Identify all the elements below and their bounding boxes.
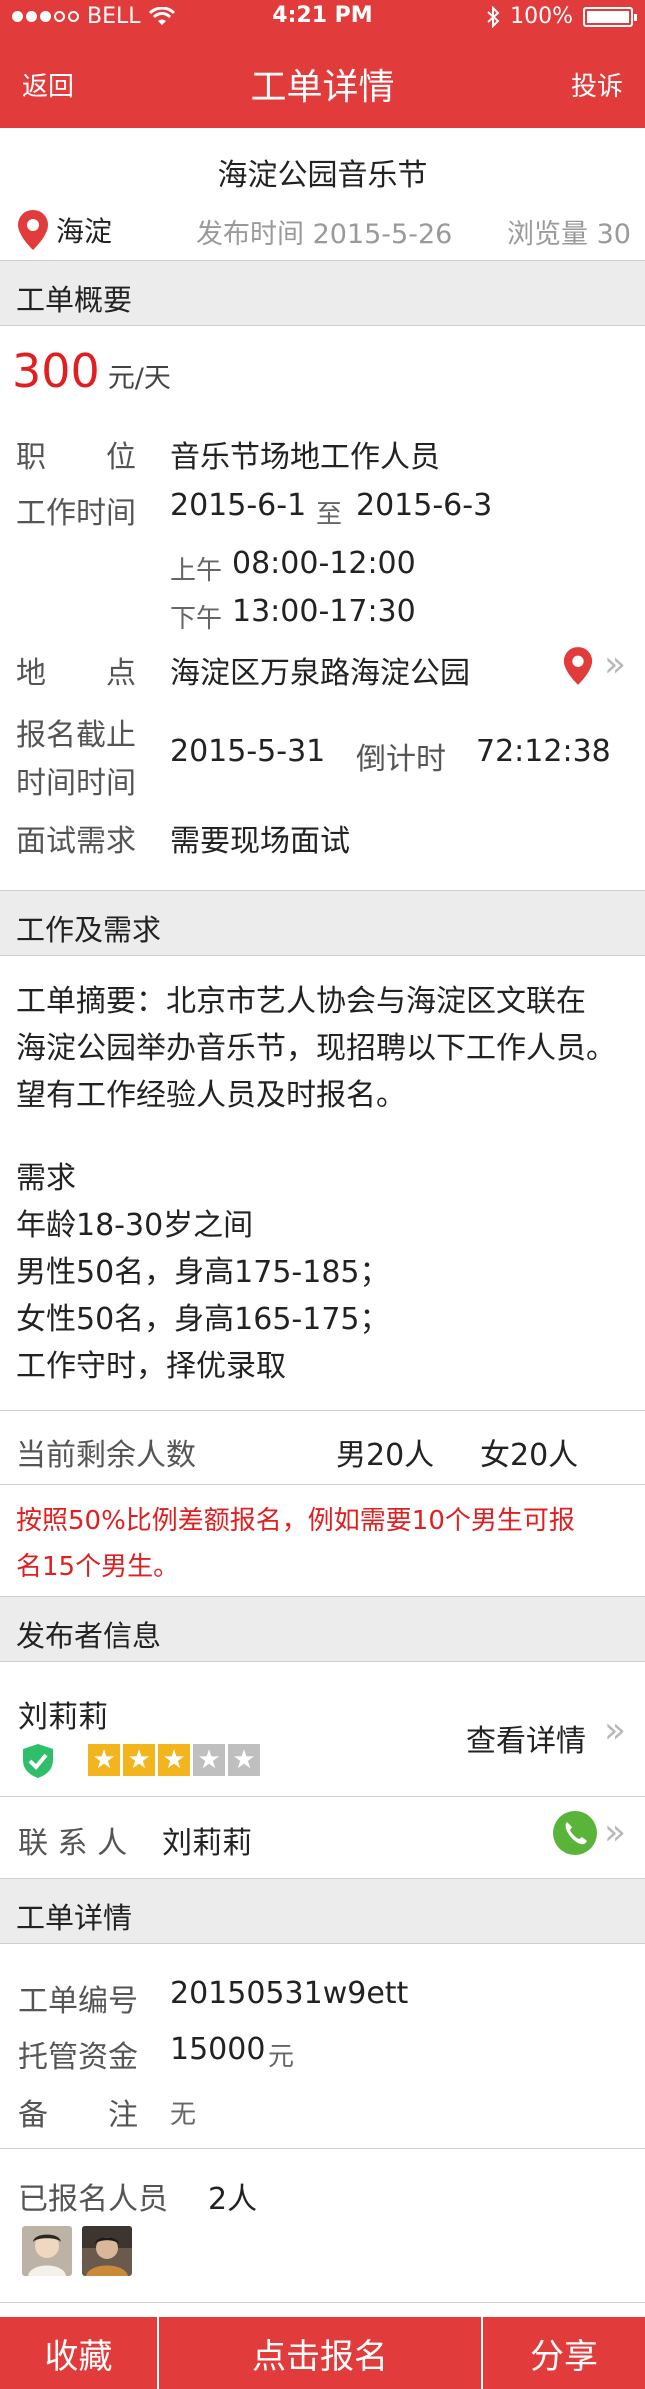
fund-unit: 元	[268, 2042, 295, 2072]
fund-label: 托管资金	[18, 2040, 138, 2075]
countdown-label: 倒计时	[356, 742, 446, 777]
summary-line: 望有工作经验人员及时报名。	[16, 1078, 406, 1113]
nav-bar: 返回 工单详情 投诉	[0, 36, 645, 128]
ratio-note: 按照50%比例差额报名，例如需要10个男生可报 名15个男生。	[16, 1498, 636, 1590]
rating-star-icon: ★	[88, 1744, 120, 1776]
phone-icon[interactable]	[552, 1810, 598, 1856]
address-label: 地 点	[16, 656, 136, 691]
details-section-title: 工单详情	[16, 1901, 133, 1935]
view-details-link[interactable]: 查看详情	[466, 1716, 586, 1760]
needs-line: 男性50名，身高175-185；	[16, 1255, 390, 1290]
address-chevron-icon[interactable]: »	[604, 644, 626, 685]
summary-line: 海淀公园举办音乐节，现招聘以下工作人员。	[16, 1031, 616, 1066]
remaining-label: 当前剩余人数	[16, 1438, 196, 1473]
applicant-avatar[interactable]	[22, 2226, 72, 2276]
deadline-label-line1: 报名截止	[16, 718, 136, 753]
position-value: 音乐节场地工作人员	[170, 440, 440, 475]
applicants-count: 2人	[208, 2182, 258, 2217]
date-end: 2015-6-3	[356, 488, 493, 523]
share-button[interactable]: 分享	[483, 2317, 645, 2389]
overview-section-title: 工单概要	[16, 283, 133, 317]
needs-title: 需求	[16, 1161, 76, 1196]
ratio-note-line: 按照50%比例差额报名，例如需要10个男生可报	[16, 1506, 575, 1536]
remark-label: 备 注	[18, 2098, 138, 2133]
location-tag: 海淀	[16, 208, 112, 252]
complain-button[interactable]: 投诉	[571, 66, 623, 103]
overview-section-header: 工单概要	[0, 260, 645, 326]
rating-star-icon: ★	[228, 1744, 260, 1776]
apply-button[interactable]: 点击报名	[159, 2317, 483, 2389]
summary-line: 工单摘要：北京市艺人协会与海淀区文联在	[16, 984, 586, 1019]
location-pin-icon	[18, 210, 48, 250]
order-number-value: 20150531w9ett	[170, 1976, 409, 2011]
requirements-section-header: 工作及需求	[0, 890, 645, 956]
pm-label: 下午	[170, 604, 223, 634]
favorite-button[interactable]: 收藏	[0, 2317, 159, 2389]
rating-star-icon: ★	[193, 1744, 225, 1776]
contact-label: 联 系 人	[18, 1826, 128, 1861]
deadline-value: 2015-5-31	[170, 734, 326, 769]
rating-star-icon: ★	[123, 1744, 155, 1776]
details-section-header: 工单详情	[0, 1878, 645, 1944]
publisher-section-title: 发布者信息	[16, 1619, 162, 1653]
remark-value: 无	[170, 2100, 197, 2130]
remaining-female: 女20人	[480, 1438, 579, 1473]
event-title: 海淀公园音乐节	[217, 158, 428, 193]
am-label: 上午	[170, 556, 223, 586]
fund-value: 15000	[170, 2032, 266, 2067]
am-time: 08:00-12:00	[232, 546, 416, 581]
work-time-label: 工作时间	[16, 496, 136, 531]
interview-value: 需要现场面试	[170, 824, 350, 859]
interview-label: 面试需求	[16, 824, 136, 859]
contact-chevron-icon[interactable]: »	[604, 1812, 626, 1853]
summary-text: 工单摘要：北京市艺人协会与海淀区文联在 海淀公园举办音乐节，现招聘以下工作人员。…	[16, 978, 631, 1119]
meta-row: 海淀 发布时间 2015-5-26 浏览量 30	[0, 208, 645, 250]
bottom-action-bar: 收藏 点击报名 分享	[0, 2317, 645, 2389]
needs-text: 需求 年龄18-30岁之间 男性50名，身高175-185； 女性50名，身高1…	[16, 1155, 631, 1390]
deadline-label-line2: 时间时间	[16, 766, 136, 801]
price: 300 元/天	[12, 344, 171, 398]
divider	[0, 1484, 645, 1485]
needs-line: 女性50名，身高165-175；	[16, 1302, 390, 1337]
date-start: 2015-6-1	[170, 488, 307, 523]
bluetooth-icon	[487, 5, 500, 28]
date-to: 至	[316, 500, 343, 530]
countdown-value: 72:12:38	[476, 734, 611, 769]
applicants-label: 已报名人员	[18, 2182, 168, 2217]
price-unit: 元/天	[107, 363, 171, 394]
status-bar: BELL 4:21 PM 100%	[0, 0, 645, 36]
address-value[interactable]: 海淀区万泉路海淀公园	[170, 648, 470, 692]
pm-time: 13:00-17:30	[232, 594, 416, 629]
publish-time: 发布时间 2015-5-26	[196, 219, 453, 250]
rating-star-icon: ★	[158, 1744, 190, 1776]
needs-line: 年龄18-30岁之间	[16, 1208, 254, 1243]
battery-percent: 100%	[510, 4, 573, 29]
details-chevron-icon[interactable]: »	[604, 1710, 626, 1751]
divider	[0, 2148, 645, 2149]
position-label: 职 位	[16, 440, 136, 475]
divider	[0, 2302, 645, 2303]
applicant-avatar[interactable]	[82, 2226, 132, 2276]
needs-line: 工作守时，择优录取	[16, 1349, 286, 1384]
requirements-section-title: 工作及需求	[16, 913, 162, 947]
remaining-male: 男20人	[336, 1438, 435, 1473]
ratio-note-line: 名15个男生。	[16, 1552, 180, 1582]
verified-shield-icon	[23, 1744, 53, 1778]
publisher-name: 刘莉莉	[18, 1700, 108, 1735]
publisher-section-header: 发布者信息	[0, 1596, 645, 1662]
order-number-label: 工单编号	[18, 1984, 138, 2019]
battery-icon	[583, 6, 637, 27]
view-count: 浏览量 30	[507, 219, 631, 250]
status-right: 100%	[486, 4, 637, 29]
price-value: 300	[12, 344, 100, 398]
rating-stars: ★ ★ ★ ★ ★	[88, 1744, 260, 1776]
divider	[0, 1796, 645, 1797]
page-title: 工单详情	[250, 67, 395, 108]
divider	[0, 1410, 645, 1411]
location-name: 海淀	[56, 215, 113, 248]
contact-name: 刘莉莉	[162, 1826, 252, 1861]
map-pin-icon[interactable]	[562, 644, 594, 688]
